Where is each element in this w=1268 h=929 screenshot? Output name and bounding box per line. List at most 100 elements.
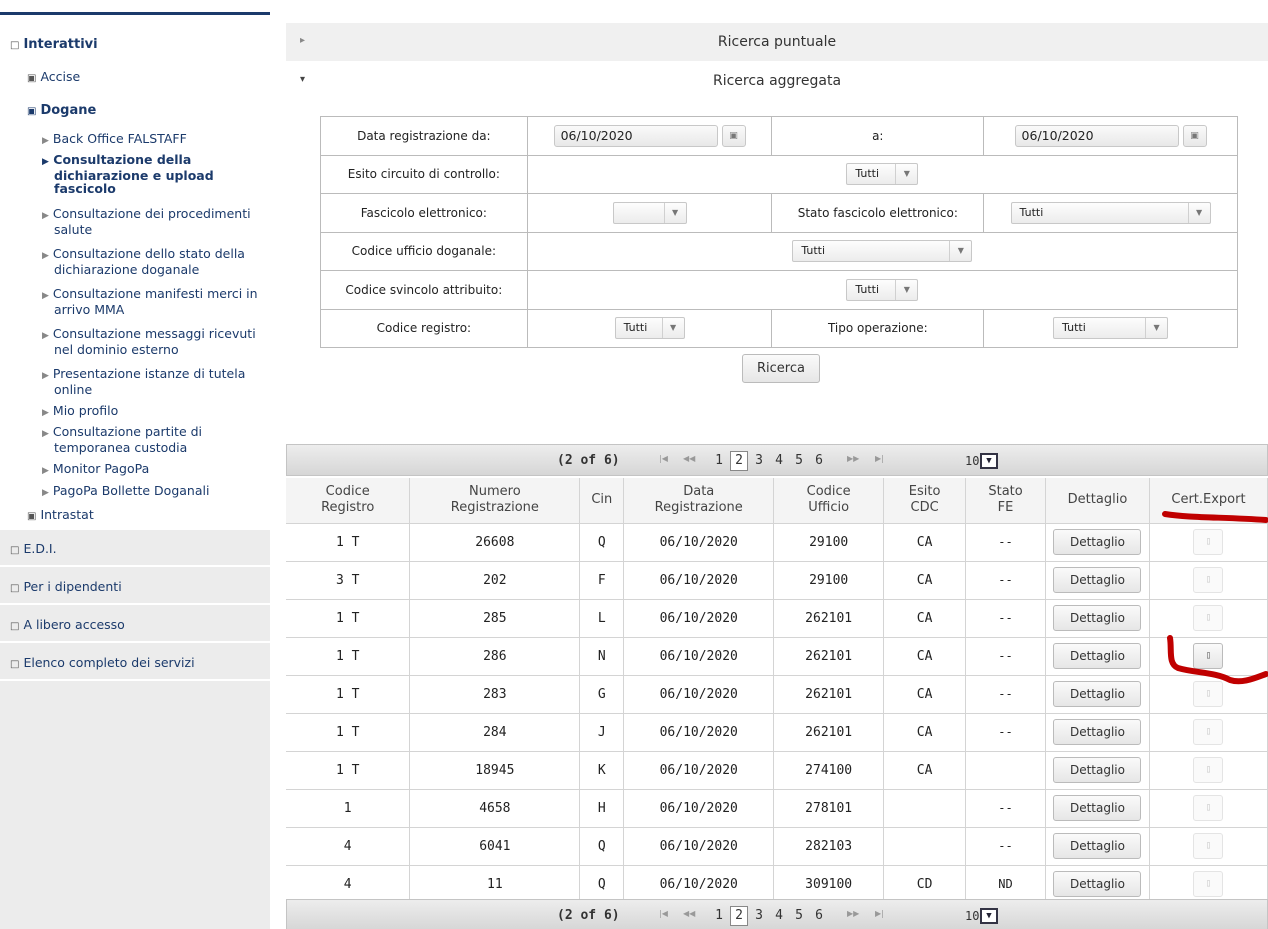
sidebar-item-intrastat[interactable]: ▣ Intrastat: [27, 508, 94, 524]
dettaglio-button[interactable]: Dettaglio: [1053, 757, 1142, 783]
cell-esito: CA: [883, 637, 967, 676]
page-4[interactable]: 4: [770, 906, 788, 926]
calendar-icon[interactable]: ▣: [1182, 124, 1207, 147]
document-icon: ▯: [1193, 605, 1224, 631]
dettaglio-button[interactable]: Dettaglio: [1053, 871, 1142, 897]
page-2[interactable]: 2: [730, 451, 748, 471]
dettaglio-button[interactable]: Dettaglio: [1053, 605, 1142, 631]
results-table: Codice Registro Numero Registrazione Cin D…: [286, 478, 1268, 904]
sidebar-item-pagopa-bollette[interactable]: ▶ PagoPa Bollette Doganali: [42, 484, 209, 500]
header-data-registrazione[interactable]: Data Registrazione: [623, 478, 775, 524]
cell-stato: [965, 751, 1046, 790]
sidebar-item-partite-custodia[interactable]: ▶ Consultazione partite di temporanea cu…: [42, 425, 202, 454]
sidebar-item-monitor-pagopa[interactable]: ▶ Monitor PagoPa: [42, 462, 149, 478]
cell-ufficio: 29100: [773, 523, 885, 562]
table-row: 1 T 18945 K 06/10/2020 274100 CA Dettagl…: [286, 751, 1268, 790]
sidebar-item-stato-dichiarazione[interactable]: ▶ Consultazione dello stato della dichia…: [42, 247, 245, 276]
header-numero-registrazione[interactable]: Numero Registrazione: [409, 478, 581, 524]
stato-fascicolo-label: Stato fascicolo elettronico:: [771, 193, 985, 233]
svincolo-select[interactable]: Tutti ▼: [846, 278, 919, 301]
dettaglio-button[interactable]: Dettaglio: [1053, 719, 1142, 745]
cell-registro: 1 T: [286, 713, 411, 752]
table-row: 1 T 283 G 06/10/2020 262101 CA -- Dettag…: [286, 675, 1268, 714]
cell-data: 06/10/2020: [623, 713, 775, 752]
sidebar-item-consultazione-dichiarazione[interactable]: ▶ Consultazione della dichiarazione e up…: [42, 153, 214, 195]
sidebar-item-mio-profilo[interactable]: ▶ Mio profilo: [42, 404, 118, 420]
header-cin[interactable]: Cin: [579, 478, 625, 524]
next-page-icon[interactable]: ▶▶: [847, 454, 859, 463]
header-stato-fe[interactable]: Stato FE: [965, 478, 1046, 524]
cell-esito: [883, 789, 967, 828]
page-5[interactable]: 5: [790, 906, 808, 926]
page-2[interactable]: 2: [730, 906, 748, 926]
sidebar-item-procedimenti-salute[interactable]: ▶ Consultazione dei procedimenti salute: [42, 207, 251, 236]
cell-dettaglio: Dettaglio: [1045, 751, 1150, 790]
previous-page-icon[interactable]: ◀◀: [683, 909, 695, 918]
page-3[interactable]: 3: [750, 451, 768, 471]
accordion-ricerca-aggregata[interactable]: ▾ Ricerca aggregata: [286, 62, 1268, 100]
sidebar-item-dogane[interactable]: ▣ Dogane: [27, 104, 96, 119]
sidebar-section-interattivi[interactable]: □ Interattivi: [10, 38, 98, 53]
header-codice-ufficio[interactable]: Codice Ufficio: [773, 478, 885, 524]
sidebar-item-messaggi-ricevuti[interactable]: ▶ Consultazione messaggi ricevuti nel do…: [42, 327, 256, 356]
cell-cin: Q: [579, 523, 625, 562]
page-4[interactable]: 4: [770, 451, 788, 471]
ufficio-select[interactable]: Tutti ▼: [792, 240, 973, 263]
cert-export-icon[interactable]: ▯: [1193, 643, 1224, 669]
next-page-icon[interactable]: ▶▶: [847, 909, 859, 918]
sidebar-item-manifesti-merci[interactable]: ▶ Consultazione manifesti merci in arriv…: [42, 287, 258, 316]
sidebar-item-istanze-tutela[interactable]: ▶ Presentazione istanze di tutela online: [42, 367, 245, 396]
page-1[interactable]: 1: [710, 451, 728, 471]
cell-registro: 4: [286, 865, 411, 904]
cell-data: 06/10/2020: [623, 599, 775, 638]
cell-stato: ND: [965, 865, 1046, 904]
cell-data: 06/10/2020: [623, 637, 775, 676]
header-esito-cdc[interactable]: Esito CDC: [883, 478, 967, 524]
ricerca-button[interactable]: Ricerca: [742, 354, 820, 383]
dettaglio-button[interactable]: Dettaglio: [1053, 529, 1142, 555]
cell-numero: 6041: [409, 827, 581, 866]
sidebar-group-libero-accesso[interactable]: □ A libero accesso: [0, 607, 270, 643]
first-page-icon[interactable]: |◀: [659, 909, 668, 918]
data-a-input[interactable]: 06/10/2020: [1014, 124, 1179, 147]
dettaglio-button[interactable]: Dettaglio: [1053, 833, 1142, 859]
page-1[interactable]: 1: [710, 906, 728, 926]
header-codice-registro[interactable]: Codice Registro: [286, 478, 411, 524]
accordion-ricerca-puntuale[interactable]: ▸ Ricerca puntuale: [286, 23, 1268, 61]
registro-select[interactable]: Tutti ▼: [614, 317, 685, 340]
last-page-icon[interactable]: ▶|: [875, 909, 884, 918]
operazione-select[interactable]: Tutti ▼: [1053, 317, 1169, 340]
cell-numero: 18945: [409, 751, 581, 790]
dettaglio-button[interactable]: Dettaglio: [1053, 567, 1142, 593]
rows-per-page-select[interactable]: 10 ▼: [965, 451, 1005, 471]
fascicolo-select[interactable]: ▼: [612, 201, 687, 224]
last-page-icon[interactable]: ▶|: [875, 454, 884, 463]
dettaglio-button[interactable]: Dettaglio: [1053, 681, 1142, 707]
dettaglio-button[interactable]: Dettaglio: [1053, 795, 1142, 821]
rows-per-page-select[interactable]: 10 ▼: [965, 906, 1005, 926]
first-page-icon[interactable]: |◀: [659, 454, 668, 463]
page-6[interactable]: 6: [810, 451, 828, 471]
ufficio-label: Codice ufficio doganale:: [320, 231, 528, 271]
paginator-top: (2 of 6) |◀ ◀◀ 1 2 3 4 5 6 ▶▶ ▶| 10 ▼: [286, 444, 1268, 476]
previous-page-icon[interactable]: ◀◀: [683, 454, 695, 463]
sidebar-group-dipendenti[interactable]: □ Per i dipendenti: [0, 569, 270, 605]
cell-cert-export: ▯: [1149, 827, 1268, 866]
cell-stato: --: [965, 827, 1046, 866]
cell-data: 06/10/2020: [623, 675, 775, 714]
data-da-input[interactable]: 06/10/2020: [553, 124, 718, 147]
sidebar-item-back-office-falstaff[interactable]: ▶ Back Office FALSTAFF: [42, 132, 187, 148]
page-5[interactable]: 5: [790, 451, 808, 471]
stato-fascicolo-select[interactable]: Tutti ▼: [1010, 201, 1211, 224]
page-6[interactable]: 6: [810, 906, 828, 926]
calendar-icon[interactable]: ▣: [721, 124, 746, 147]
svincolo-cell: Tutti ▼: [526, 270, 1239, 310]
ufficio-cell: Tutti ▼: [526, 231, 1239, 271]
esito-select[interactable]: Tutti ▼: [846, 163, 919, 186]
dettaglio-button[interactable]: Dettaglio: [1053, 643, 1142, 669]
sidebar-item-accise[interactable]: ▣ Accise: [27, 70, 80, 86]
page-3[interactable]: 3: [750, 906, 768, 926]
sidebar-group-edi[interactable]: □ E.D.I.: [0, 531, 270, 567]
sidebar-group-elenco-servizi[interactable]: □ Elenco completo dei servizi: [0, 645, 270, 681]
triangle-right-icon: ▶: [42, 136, 49, 146]
